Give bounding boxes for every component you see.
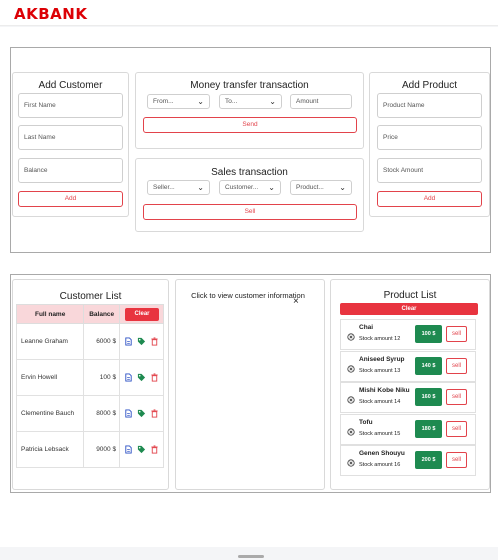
customer-name: Patricia Lebsack (15, 431, 85, 468)
product-price-badge: 200 $ (415, 451, 442, 469)
add-product-title: Add Product (401, 80, 458, 91)
customer-balance: 100 $ (83, 359, 121, 396)
to-select-value: To... (225, 98, 238, 105)
clear-products-button[interactable]: Clear (340, 303, 478, 315)
customer-name: Leanne Graham (15, 323, 85, 360)
product-stock: Stock amount 15 (359, 430, 401, 437)
product-price-badge: 180 $ (415, 419, 442, 438)
customer-select[interactable]: Customer... ⌄ (219, 180, 281, 195)
product-name: Tofu (359, 418, 373, 426)
scroll-handle[interactable] (238, 555, 264, 558)
from-select[interactable]: From... ⌄ (147, 94, 210, 109)
product-name: Aniseed Syrup (359, 355, 405, 363)
customer-info-panel: Click to view customer information × (175, 279, 325, 490)
circle-x-icon[interactable] (347, 423, 355, 436)
money-transfer-card: Money transfer transaction (135, 72, 364, 149)
document-icon[interactable] (122, 337, 135, 346)
product-select-value: Product... (296, 184, 324, 191)
circle-x-icon[interactable] (347, 391, 355, 404)
seller-select-value: Seller... (153, 184, 175, 191)
document-icon[interactable] (122, 445, 135, 454)
customer-select-value: Customer... (225, 184, 259, 191)
chevron-down-icon: ⌄ (269, 97, 276, 106)
customer-name: Ervin Howell (15, 359, 85, 396)
product-select[interactable]: Product... ⌄ (290, 180, 352, 195)
tag-icon[interactable] (135, 373, 148, 382)
table-row[interactable]: Leanne Graham 6000 $ (15, 323, 164, 360)
column-full-name: Full name (15, 304, 85, 324)
top-bar: AKBANK (0, 0, 498, 26)
product-sell-button[interactable]: sell (446, 452, 467, 468)
product-price-badge: 100 $ (415, 325, 442, 343)
table-row[interactable]: Patricia Lebsack 9000 $ (15, 431, 164, 468)
customer-balance: 6000 $ (83, 323, 121, 360)
product-name-input[interactable]: Product Name (377, 93, 482, 118)
trash-icon[interactable] (148, 337, 161, 346)
document-icon[interactable] (122, 373, 135, 382)
clear-customers-button[interactable]: Clear (125, 308, 159, 321)
trash-icon[interactable] (148, 373, 161, 382)
list-item: Chai Stock amount 12 100 $ sell (340, 319, 476, 350)
add-customer-button[interactable]: Add (18, 191, 123, 207)
price-input[interactable]: Price (377, 125, 482, 150)
amount-input[interactable]: Amount (290, 94, 352, 109)
product-stock: Stock amount 16 (359, 462, 401, 468)
stock-amount-input[interactable]: Stock Amount (377, 158, 482, 183)
product-list-title: Product List (383, 290, 437, 301)
table-row[interactable]: Clementine Bauch 8000 $ (15, 395, 164, 432)
close-icon[interactable]: × (293, 296, 299, 307)
from-select-value: From... (153, 98, 174, 105)
money-transfer-title: Money transfer transaction (190, 80, 309, 91)
chevron-down-icon: ⌄ (197, 97, 204, 106)
list-item: Tofu Stock amount 15 180 $ sell (340, 413, 476, 445)
trash-icon[interactable] (148, 409, 161, 418)
chevron-down-icon: ⌄ (268, 183, 275, 192)
to-select[interactable]: To... ⌄ (219, 94, 282, 109)
product-name: Chai (359, 324, 374, 331)
product-sell-button[interactable]: sell (446, 326, 467, 342)
circle-x-icon[interactable] (347, 360, 355, 373)
circle-x-icon[interactable] (347, 454, 355, 467)
add-product-button[interactable]: Add (377, 191, 482, 207)
customer-info-hint: Click to view customer information (191, 291, 305, 300)
customer-name: Clementine Bauch (15, 395, 85, 432)
customer-list-title: Customer List (59, 291, 122, 302)
chevron-down-icon: ⌄ (339, 183, 346, 192)
chevron-down-icon: ⌄ (197, 183, 204, 192)
product-stock: Stock amount 12 (359, 336, 401, 342)
document-icon[interactable] (122, 409, 135, 418)
add-customer-title: Add Customer (38, 80, 103, 91)
product-name: Genen Shouyu (359, 450, 405, 457)
sales-transaction-title: Sales transaction (211, 167, 288, 178)
sell-button[interactable]: Sell (143, 204, 357, 220)
send-button[interactable]: Send (143, 117, 357, 133)
first-name-input[interactable]: First Name (18, 93, 123, 118)
circle-x-icon[interactable] (347, 328, 355, 341)
column-balance: Balance (83, 304, 121, 324)
customer-table: Full name Balance Leanne Graham 6000 $ Erv… (15, 304, 164, 468)
last-name-input[interactable]: Last Name (18, 125, 123, 150)
seller-select[interactable]: Seller... ⌄ (147, 180, 210, 195)
customer-balance: 8000 $ (83, 395, 121, 432)
product-name: Mishi Kobe Niku (359, 387, 410, 394)
list-item: Aniseed Syrup Stock amount 13 140 $ sell (340, 350, 476, 382)
product-sell-button[interactable]: sell (446, 389, 467, 405)
akbank-logo[interactable]: AKBANK (14, 5, 87, 23)
tag-icon[interactable] (135, 337, 148, 346)
product-stock: Stock amount 13 (359, 367, 401, 374)
customer-balance: 9000 $ (83, 431, 121, 468)
product-sell-button[interactable]: sell (446, 357, 467, 374)
trash-icon[interactable] (148, 445, 161, 454)
balance-input[interactable]: Balance (18, 158, 123, 183)
product-stock: Stock amount 14 (359, 399, 401, 405)
tag-icon[interactable] (135, 445, 148, 454)
list-item: Genen Shouyu Stock amount 16 200 $ sell (340, 445, 476, 476)
list-item: Mishi Kobe Niku Stock amount 14 160 $ sell (340, 382, 476, 413)
table-row[interactable]: Ervin Howell 100 $ (15, 359, 164, 396)
tag-icon[interactable] (135, 409, 148, 418)
sales-transaction-card: Sales transaction (135, 158, 364, 232)
product-price-badge: 160 $ (415, 388, 442, 406)
product-sell-button[interactable]: sell (446, 420, 467, 437)
product-price-badge: 140 $ (415, 356, 442, 375)
